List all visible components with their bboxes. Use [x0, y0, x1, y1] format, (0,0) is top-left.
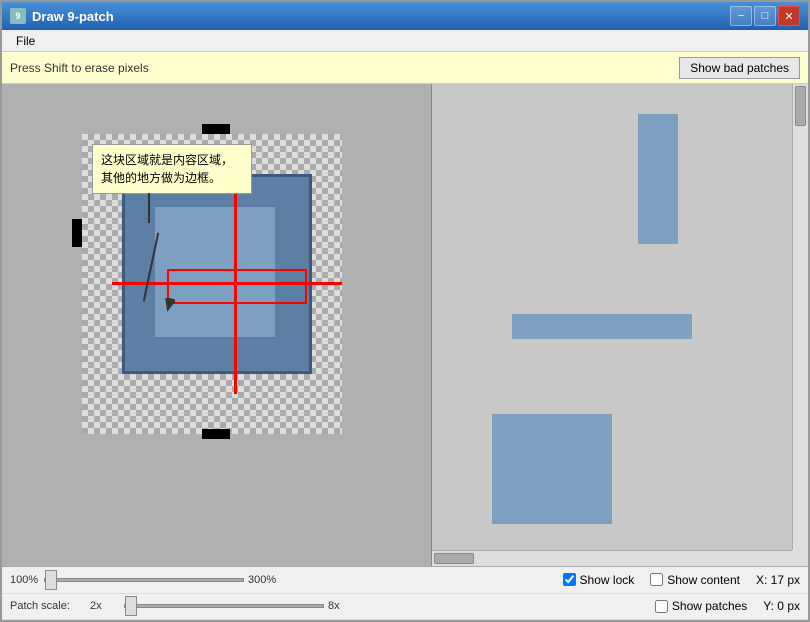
scale-max-label: 8x — [328, 600, 358, 612]
preview-tall-shape — [638, 114, 678, 244]
editor-panel: 这块区域就是内容区域，其他的地方做为边框。 — [2, 84, 432, 566]
patch-scale-label: Patch scale: — [10, 600, 90, 612]
callout-tooltip: 这块区域就是内容区域，其他的地方做为边框。 — [92, 144, 252, 194]
y-coord-display: Y: 0 px — [763, 599, 800, 613]
title-controls: − □ ✕ — [730, 6, 800, 26]
show-content-group: Show content — [650, 573, 740, 587]
left-patch-marker — [72, 219, 82, 247]
scroll-thumb-horizontal[interactable] — [434, 553, 474, 564]
scale-min-label: 2x — [90, 600, 120, 612]
show-bad-patches-button[interactable]: Show bad patches — [679, 57, 800, 79]
status-row-scale: Patch scale: 2x 8x Show patches Y: 0 px — [2, 594, 808, 621]
show-patches-checkbox[interactable] — [655, 600, 668, 613]
callout-arrowhead — [163, 298, 175, 315]
show-lock-group: Show lock — [563, 573, 635, 587]
callout-text: 这块区域就是内容区域，其他的地方做为边框。 — [101, 153, 233, 185]
app-icon: 9 — [10, 8, 26, 24]
main-area: 这块区域就是内容区域，其他的地方做为边框。 — [2, 84, 808, 566]
status-row-zoom: 100% 300% Show lock Show content X: 17 p… — [2, 567, 808, 594]
window-title: Draw 9-patch — [32, 9, 114, 24]
scrollbar-bottom[interactable] — [432, 550, 792, 566]
x-coord: X: 17 px — [756, 573, 800, 587]
main-window: 9 Draw 9-patch − □ ✕ File Press Shift to… — [0, 0, 810, 622]
zoom-slider-group: 100% 300% — [10, 574, 563, 586]
show-content-label: Show content — [667, 573, 740, 587]
scrollbar-corner — [792, 550, 808, 566]
close-button[interactable]: ✕ — [778, 6, 800, 26]
preview-square-shape — [492, 414, 612, 524]
show-lock-label: Show lock — [580, 573, 635, 587]
bottom-patch-marker — [202, 429, 230, 439]
show-lock-checkbox[interactable] — [563, 573, 576, 586]
show-patches-group: Show patches — [655, 599, 747, 613]
top-patch-marker — [202, 124, 230, 134]
scale-slider-group: 2x 8x — [90, 600, 655, 612]
menu-file[interactable]: File — [8, 32, 43, 50]
y-coord: Y: 0 px — [763, 599, 800, 613]
maximize-button[interactable]: □ — [754, 6, 776, 26]
patch-scale-slider[interactable] — [124, 604, 324, 608]
coords-display: X: 17 px — [756, 573, 800, 587]
toolbar-hint: Press Shift to erase pixels — [10, 61, 149, 75]
show-patches-label: Show patches — [672, 599, 747, 613]
preview-panel — [432, 84, 808, 566]
scrollbar-right[interactable] — [792, 84, 808, 550]
preview-wide-shape — [512, 314, 692, 339]
red-content-rect — [167, 269, 307, 304]
zoom-max-label: 300% — [248, 574, 278, 586]
zoom-min-label: 100% — [10, 574, 40, 586]
zoom-slider[interactable] — [44, 578, 244, 582]
minimize-button[interactable]: − — [730, 6, 752, 26]
show-content-checkbox[interactable] — [650, 573, 663, 586]
title-bar-left: 9 Draw 9-patch — [10, 8, 114, 24]
scroll-thumb-vertical[interactable] — [795, 86, 806, 126]
menu-bar: File — [2, 30, 808, 52]
status-bar: 100% 300% Show lock Show content X: 17 p… — [2, 566, 808, 620]
toolbar: Press Shift to erase pixels Show bad pat… — [2, 52, 808, 84]
title-bar: 9 Draw 9-patch − □ ✕ — [2, 2, 808, 30]
